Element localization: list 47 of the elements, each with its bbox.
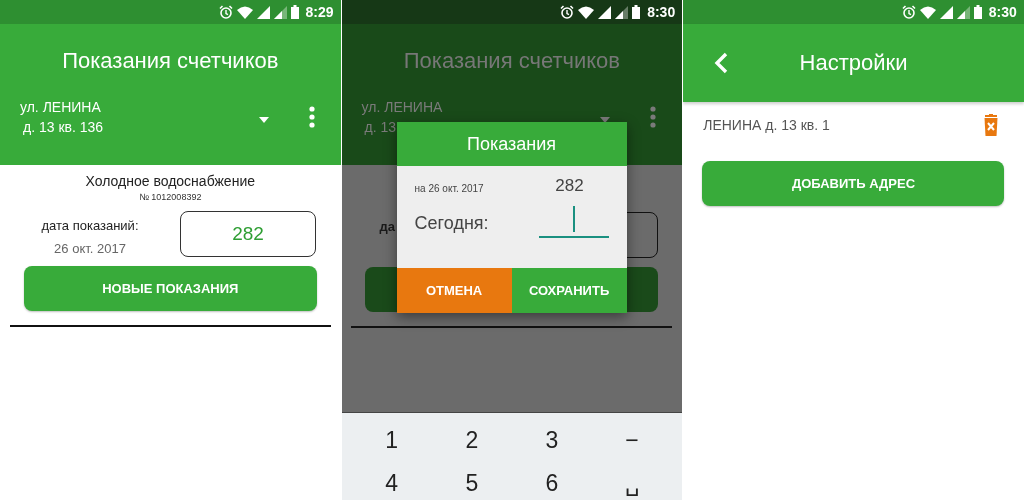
address-text: д. 13 bbox=[363, 118, 398, 137]
wifi-icon bbox=[919, 5, 936, 19]
previous-reading: 282 bbox=[555, 176, 584, 196]
keyboard-key[interactable]: 1 bbox=[371, 427, 412, 454]
clock-time: 8:30 bbox=[988, 4, 1017, 20]
meter-name: Холодное водоснабжение bbox=[85, 173, 255, 189]
previous-date: на 26 окт. 2017 bbox=[414, 182, 484, 194]
screen-title: Показания счетчиков bbox=[61, 48, 280, 74]
date-label: да bbox=[379, 219, 396, 234]
signal-icon bbox=[939, 5, 953, 19]
signal-icon bbox=[273, 5, 287, 19]
address-text: ЛЕНИНА д. 13 кв. 1 bbox=[703, 117, 830, 133]
more-options-icon bbox=[308, 106, 315, 128]
keyboard-key[interactable]: 6 bbox=[531, 470, 572, 497]
keyboard-key[interactable]: 3 bbox=[531, 427, 572, 454]
screen-title: Настройки bbox=[798, 50, 909, 76]
screen-title: Показания счетчиков bbox=[402, 48, 622, 74]
keyboard-key[interactable]: 4 bbox=[371, 470, 412, 497]
battery-icon bbox=[632, 5, 641, 19]
signal-icon bbox=[598, 5, 612, 19]
reading-input-field[interactable] bbox=[538, 206, 609, 238]
dropdown-caret-icon bbox=[258, 117, 269, 123]
clock-time: 8:30 bbox=[647, 4, 676, 20]
signal-icon bbox=[615, 5, 629, 19]
date-label: дата показаний: bbox=[41, 218, 139, 233]
reading-value: 282 bbox=[180, 211, 316, 257]
keyboard-key[interactable]: − bbox=[612, 427, 653, 454]
reading-date: 26 окт. 2017 bbox=[54, 241, 126, 256]
dialog-title: Показания bbox=[396, 122, 627, 166]
keyboard-key[interactable]: 5 bbox=[451, 470, 492, 497]
alarm-clock-icon bbox=[218, 5, 233, 19]
meter-number: № 1012008392 bbox=[139, 192, 202, 202]
today-label: Сегодня: bbox=[414, 212, 489, 234]
wifi-icon bbox=[236, 5, 253, 19]
address-text: ул. ЛЕНИНА bbox=[361, 98, 443, 117]
battery-icon bbox=[290, 5, 299, 19]
trash-icon bbox=[982, 114, 999, 136]
battery-icon bbox=[973, 5, 982, 19]
back-icon bbox=[714, 52, 729, 74]
alarm-clock-icon bbox=[901, 5, 916, 19]
keyboard-key[interactable]: 2 bbox=[451, 427, 492, 454]
wifi-icon bbox=[578, 5, 595, 19]
alarm-clock-icon bbox=[560, 5, 575, 19]
clock-time: 8:29 bbox=[305, 4, 334, 20]
keyboard-key[interactable]: ␣ bbox=[612, 470, 653, 497]
signal-icon bbox=[256, 5, 270, 19]
signal-icon bbox=[956, 5, 970, 19]
